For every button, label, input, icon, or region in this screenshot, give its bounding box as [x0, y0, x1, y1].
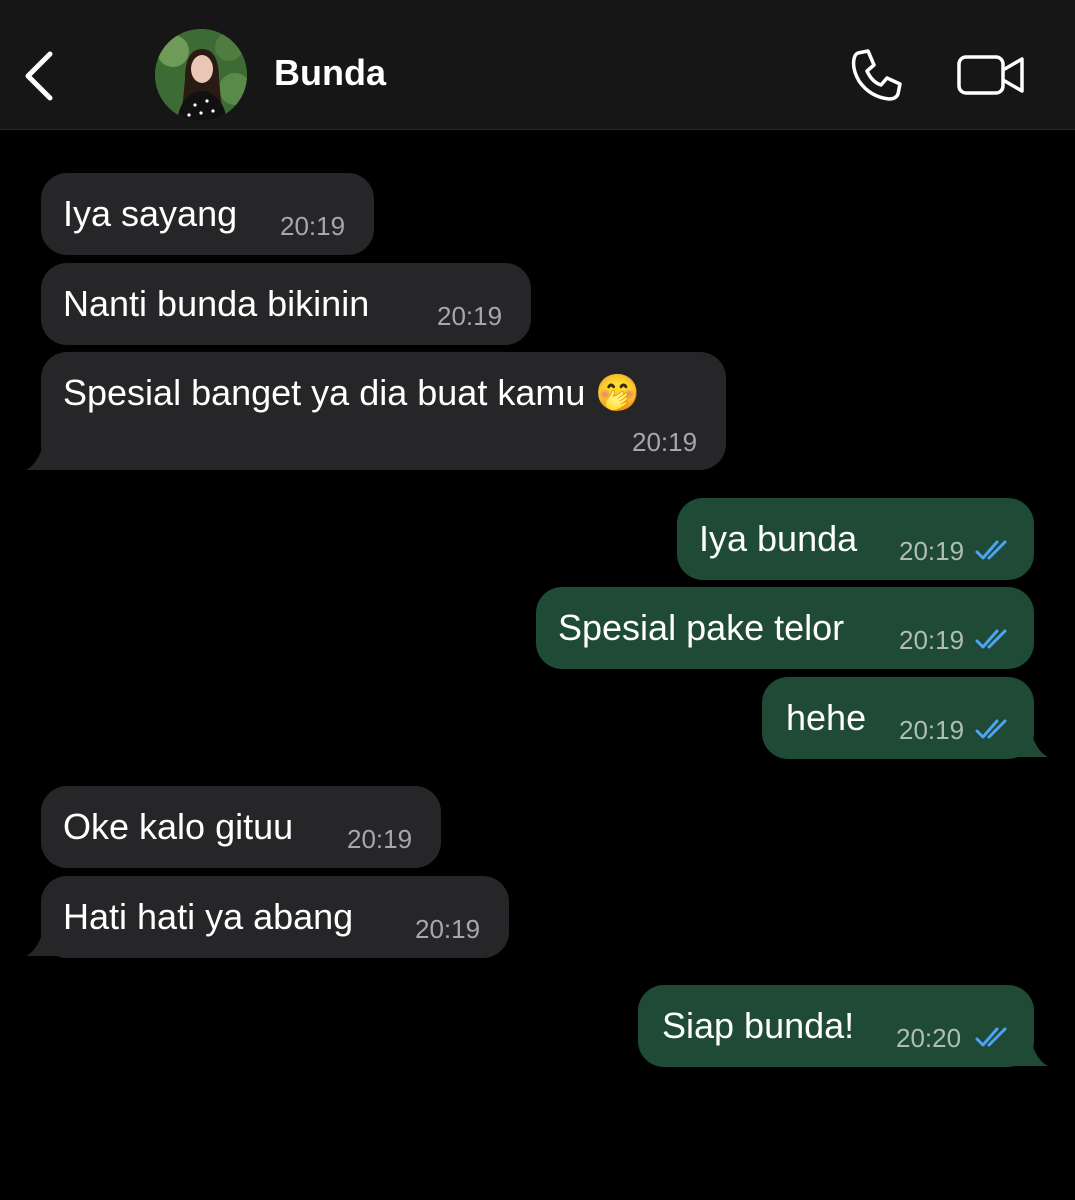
message-bubble-incoming[interactable]: Spesial banget ya dia buat kamu 🤭 20:19 [41, 352, 726, 470]
back-chevron-icon [25, 51, 53, 101]
message-time: 20:19 [632, 427, 698, 457]
back-button[interactable] [20, 48, 60, 104]
message-bubble-incoming[interactable]: Oke kalo gituu 20:19 [41, 786, 441, 868]
message-bubble-incoming[interactable]: Hati hati ya abang 20:19 [41, 876, 509, 958]
message-text: Iya sayang [63, 193, 238, 234]
phone-icon [851, 49, 902, 101]
avatar[interactable] [155, 29, 247, 121]
read-receipt-icon [975, 540, 1007, 560]
message-text: Spesial pake telor [558, 607, 845, 648]
message-text: Iya bunda [699, 518, 858, 559]
message-bubble-outgoing[interactable]: Iya bunda 20:19 [677, 498, 1034, 580]
message-time: 20:19 [437, 301, 503, 331]
message-time: 20:19 [899, 536, 965, 566]
message-time: 20:19 [899, 715, 965, 745]
message-bubble-outgoing[interactable]: Spesial pake telor 20:19 [536, 587, 1034, 669]
read-receipt-icon [975, 629, 1007, 649]
voice-call-button[interactable] [848, 47, 904, 103]
video-camera-icon [957, 55, 1024, 95]
message-bubble-outgoing[interactable]: hehe 20:19 [762, 677, 1034, 759]
contact-avatar-photo [155, 29, 247, 121]
message-text: Nanti bunda bikinin [63, 283, 370, 324]
message-bubble-incoming[interactable]: Iya sayang 20:19 [41, 173, 374, 255]
message-bubble-incoming[interactable]: Nanti bunda bikinin 20:19 [41, 263, 531, 345]
message-text: Hati hati ya abang [63, 896, 354, 937]
message-text: Siap bunda! [662, 1005, 855, 1046]
message-time: 20:19 [415, 914, 481, 944]
message-time: 20:19 [347, 824, 413, 854]
contact-name[interactable]: Bunda [274, 52, 386, 94]
message-text: Oke kalo gituu [63, 806, 294, 847]
read-receipt-icon [975, 1027, 1007, 1047]
message-text: hehe [786, 697, 867, 738]
message-text: Spesial banget ya dia buat kamu 🤭 [63, 372, 641, 413]
read-receipt-icon [975, 719, 1007, 739]
message-time: 20:20 [896, 1023, 962, 1053]
message-time: 20:19 [280, 211, 346, 241]
video-call-button[interactable] [956, 52, 1026, 98]
message-time: 20:19 [899, 625, 965, 655]
message-bubble-outgoing[interactable]: Siap bunda! 20:20 [638, 985, 1034, 1067]
chat-header: Bunda [0, 0, 1075, 130]
